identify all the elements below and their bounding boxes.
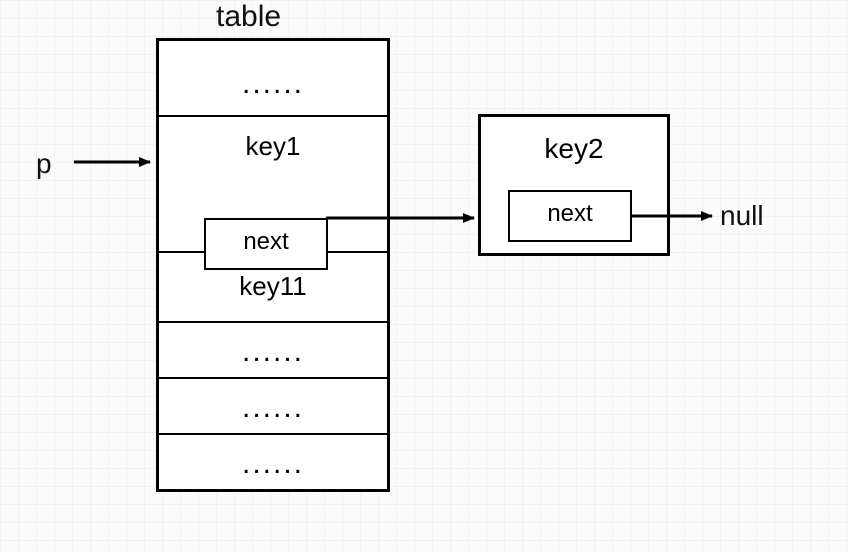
key2-next-field: next [508, 190, 632, 242]
table-title: table [216, 0, 281, 34]
arrows-layer [0, 0, 848, 552]
key2-label: key2 [481, 133, 667, 165]
table-row: ...... [159, 433, 387, 489]
null-terminal-label: null [720, 200, 764, 232]
table-row: ...... [159, 321, 387, 377]
diagram-stage: table p null ...... key1 key11 ...... ..… [0, 0, 848, 552]
key1-next-field: next [204, 218, 328, 270]
table-row: ...... [159, 41, 387, 115]
table-row: ...... [159, 377, 387, 433]
pointer-p-label: p [36, 148, 52, 180]
